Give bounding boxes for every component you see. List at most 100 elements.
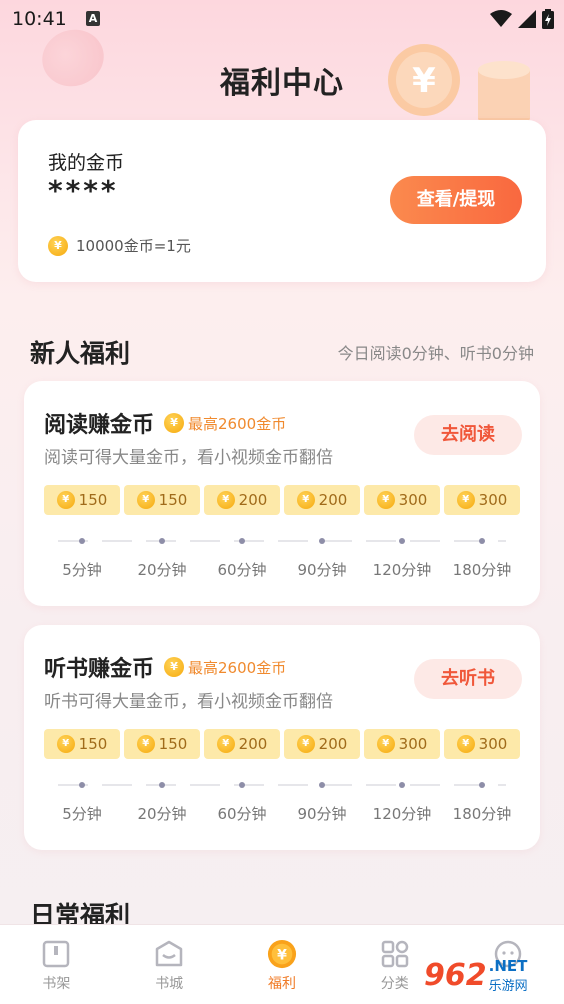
progress-dot xyxy=(159,782,165,788)
reward-chip: ¥200 xyxy=(284,485,360,515)
signal-icon xyxy=(518,10,536,28)
coin-icon: ¥ xyxy=(164,657,185,677)
coin-icon: ¥ xyxy=(136,735,155,753)
reward-chip: ¥200 xyxy=(204,729,280,759)
reward-row: ¥150 ¥150 ¥200 ¥200 ¥300 ¥300 xyxy=(44,485,520,515)
bookstore-icon xyxy=(154,939,184,969)
task-max-reward: ¥ 最高2600金币 xyxy=(164,657,286,678)
nav-item-welfare[interactable]: ¥ 福利 xyxy=(226,925,339,1004)
reward-value: 200 xyxy=(238,491,268,509)
reward-value: 150 xyxy=(78,491,108,509)
notification-a-icon: A xyxy=(86,11,100,26)
watermark-logo-text: 962 xyxy=(424,957,487,993)
reward-value: 300 xyxy=(398,491,428,509)
progress-dot xyxy=(319,538,325,544)
reward-value: 300 xyxy=(478,491,508,509)
progress-line xyxy=(58,540,506,542)
exchange-rate-text: 10000金币=1元 xyxy=(76,237,191,255)
today-progress-text: 今日阅读0分钟、听书0分钟 xyxy=(337,344,534,363)
task-max-text: 最高2600金币 xyxy=(188,658,287,677)
coin-icon: ¥ xyxy=(296,735,315,753)
progress-dot xyxy=(79,782,85,788)
reward-chip: ¥300 xyxy=(364,485,440,515)
progress-track xyxy=(44,537,520,545)
coin-icon: ¥ xyxy=(456,735,475,753)
coin-icon: ¥ xyxy=(216,491,235,509)
read-earn-card: 阅读赚金币 ¥ 最高2600金币 阅读可得大量金币，看小视频金币翻倍 去阅读 ¥150 ¥1… xyxy=(24,381,540,606)
reward-chip: ¥300 xyxy=(364,729,440,759)
svg-text:¥: ¥ xyxy=(277,948,287,964)
coin-balance-hidden: **** xyxy=(48,174,119,207)
task-description: 听书可得大量金币，看小视频金币翻倍 xyxy=(44,692,333,712)
time-label: 60分钟 xyxy=(217,561,267,579)
go-read-button[interactable]: 去阅读 xyxy=(414,415,522,455)
coin-icon: ¥ xyxy=(48,235,68,256)
progress-dot xyxy=(159,538,165,544)
reward-chip: ¥300 xyxy=(444,485,520,515)
my-coins-label: 我的金币 xyxy=(48,152,125,174)
listen-earn-card: 听书赚金币 ¥ 最高2600金币 听书可得大量金币，看小视频金币翻倍 去听书 ¥150 ¥1… xyxy=(24,625,540,850)
view-withdraw-button[interactable]: 查看/提现 xyxy=(390,176,522,224)
newbie-section-title: 新人福利 xyxy=(30,339,131,368)
nav-label: 书架 xyxy=(42,976,71,992)
reward-value: 300 xyxy=(398,735,428,753)
battery-icon xyxy=(542,9,554,29)
nav-item-bookstore[interactable]: 书城 xyxy=(113,925,226,1004)
progress-dot xyxy=(399,538,405,544)
reward-value: 200 xyxy=(318,491,348,509)
watermark-net: .NET xyxy=(488,956,528,975)
progress-dot xyxy=(239,782,245,788)
progress-dot xyxy=(319,782,325,788)
reward-value: 150 xyxy=(78,735,108,753)
nav-label: 分类 xyxy=(380,976,409,992)
go-listen-button[interactable]: 去听书 xyxy=(414,659,522,699)
reward-value: 200 xyxy=(318,735,348,753)
time-label: 120分钟 xyxy=(372,805,432,823)
reward-value: 200 xyxy=(238,735,268,753)
watermark-cn: 乐游网 xyxy=(488,978,528,994)
reward-chip: ¥150 xyxy=(124,485,200,515)
nav-item-bookshelf[interactable]: 书架 xyxy=(0,925,113,1004)
reward-value: 150 xyxy=(158,491,188,509)
time-label: 180分钟 xyxy=(452,561,512,579)
time-label: 5分钟 xyxy=(62,805,102,823)
task-max-reward: ¥ 最高2600金币 xyxy=(164,413,286,434)
reward-chip: ¥150 xyxy=(44,729,120,759)
reward-chip: ¥150 xyxy=(44,485,120,515)
progress-dot xyxy=(479,782,485,788)
progress-line xyxy=(58,784,506,786)
exchange-rate: ¥ 10000金币=1元 xyxy=(48,235,191,256)
reward-value: 150 xyxy=(158,735,188,753)
time-row: 5分钟 20分钟 60分钟 90分钟 120分钟 180分钟 xyxy=(44,559,520,580)
task-description: 阅读可得大量金币，看小视频金币翻倍 xyxy=(44,448,333,468)
task-head: 听书赚金币 ¥ 最高2600金币 xyxy=(44,651,286,683)
bookshelf-icon xyxy=(41,939,71,969)
nav-label: 书城 xyxy=(155,976,184,992)
my-coins-card: 我的金币 **** ¥ 10000金币=1元 查看/提现 xyxy=(18,120,546,282)
task-head: 阅读赚金币 ¥ 最高2600金币 xyxy=(44,407,286,439)
coin-icon: ¥ xyxy=(56,491,75,509)
task-max-text: 最高2600金币 xyxy=(188,414,287,433)
coin-icon: ¥ xyxy=(136,491,155,509)
task-title: 阅读赚金币 xyxy=(44,413,155,438)
reward-chip: ¥150 xyxy=(124,729,200,759)
time-label: 20分钟 xyxy=(137,561,187,579)
watermark-logo: 962 .NET 乐游网 xyxy=(424,950,560,1000)
task-title: 听书赚金币 xyxy=(44,657,155,682)
wifi-icon xyxy=(490,10,512,27)
coin-icon: ¥ xyxy=(216,735,235,753)
progress-dot xyxy=(79,538,85,544)
reward-row: ¥150 ¥150 ¥200 ¥200 ¥300 ¥300 xyxy=(44,729,520,759)
progress-dot xyxy=(399,782,405,788)
coin-icon: ¥ xyxy=(296,491,315,509)
reward-chip: ¥200 xyxy=(284,729,360,759)
time-label: 5分钟 xyxy=(62,561,102,579)
nav-label: 福利 xyxy=(267,976,296,992)
status-icons xyxy=(490,9,554,29)
welfare-coin-icon: ¥ xyxy=(267,939,297,969)
progress-track xyxy=(44,781,520,789)
reward-value: 300 xyxy=(478,735,508,753)
coin-icon: ¥ xyxy=(164,413,185,433)
time-label: 60分钟 xyxy=(217,805,267,823)
reward-chip: ¥200 xyxy=(204,485,280,515)
